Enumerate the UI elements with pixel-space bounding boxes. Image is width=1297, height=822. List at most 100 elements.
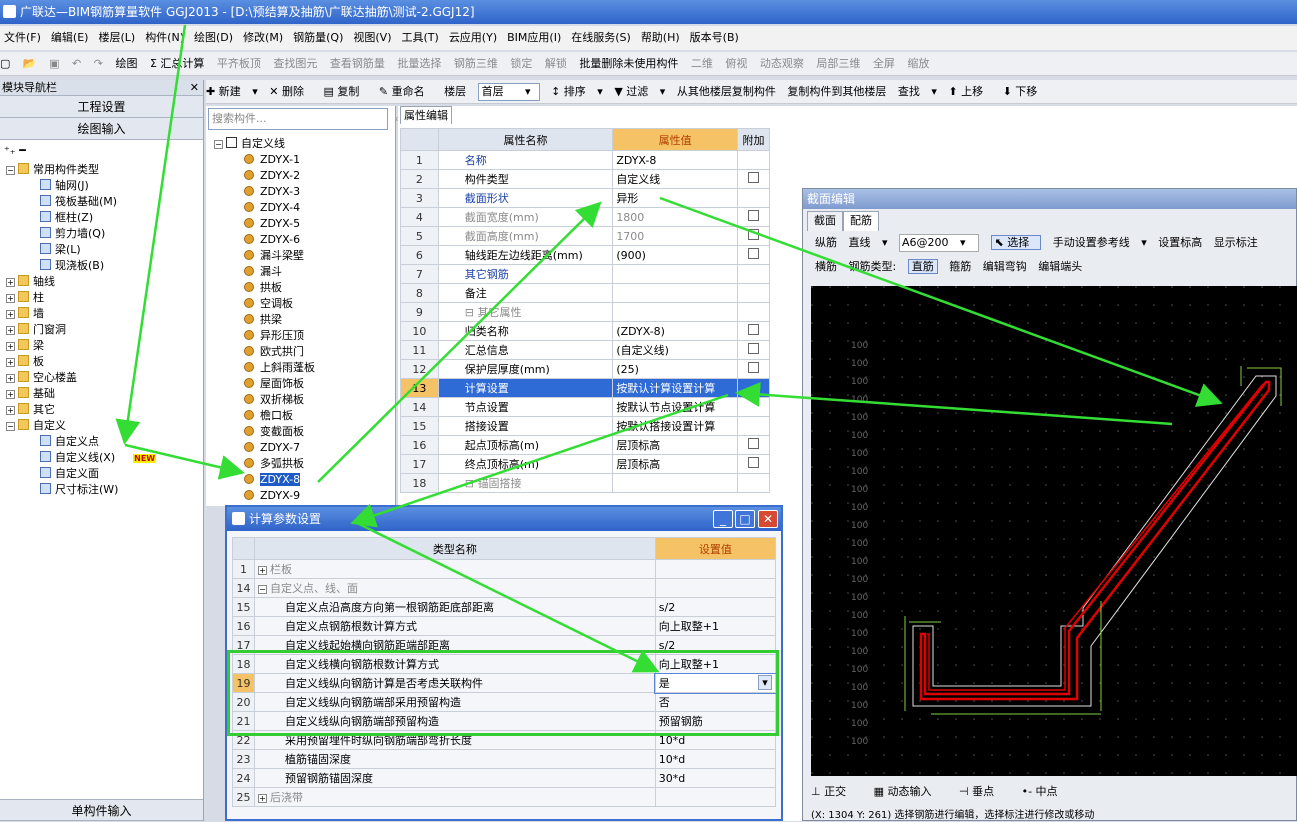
open-file-icon[interactable]: 📂	[23, 57, 37, 70]
section-tab[interactable]: 配筋	[843, 211, 879, 231]
menu-item[interactable]: 绘图(D)	[194, 31, 233, 44]
perpendicular-snap-button[interactable]: ⊣ 垂点	[959, 785, 1006, 798]
component-item[interactable]: 双折梯板	[214, 392, 315, 408]
flat-roof-button[interactable]: 平齐板顶	[217, 57, 261, 70]
property-row[interactable]: 3 截面形状 异形	[400, 188, 770, 208]
property-row[interactable]: 12 保护层厚度(mm) (25)	[400, 359, 770, 379]
setting-value[interactable]: 10*d	[654, 749, 777, 769]
new-button[interactable]: ✚ 新建 ▾	[206, 85, 258, 98]
sort-button[interactable]: ↕ 排序 ▾	[551, 85, 603, 98]
show-annotation-button[interactable]: 显示标注	[1214, 236, 1258, 249]
line-type-select[interactable]: 直线 ▾	[849, 236, 888, 249]
expand-icon[interactable]: +	[6, 374, 15, 383]
expand-icon[interactable]: +	[6, 406, 15, 415]
copy-from-floor-button[interactable]: 从其他楼层复制构件	[677, 85, 776, 98]
calc-row[interactable]: 21 自定义线纵向钢筋端部预留构造 预留钢筋	[231, 711, 777, 731]
delete-button[interactable]: ✕ 删除	[269, 85, 312, 98]
property-value[interactable]	[612, 283, 739, 303]
calc-row[interactable]: 14− 自定义点、线、面	[231, 578, 777, 598]
calc-row[interactable]: 15 自定义点沿高度方向第一根钢筋距底部距离 s/2	[231, 597, 777, 617]
property-value[interactable]: ZDYX-8	[612, 150, 739, 170]
section-tab[interactable]: 截面	[807, 211, 843, 231]
expand-icon[interactable]: +	[6, 358, 15, 367]
chevron-down-icon[interactable]: ▾	[758, 675, 772, 690]
rebar-spec-input[interactable]: A6@200 ▾	[899, 234, 980, 252]
property-value[interactable]	[612, 264, 739, 284]
select-button[interactable]: ⬉ 选择	[990, 235, 1042, 250]
property-value[interactable]: (900)	[612, 245, 739, 265]
component-item[interactable]: 多弧拱板	[214, 456, 315, 472]
component-item[interactable]: 变截面板	[214, 424, 315, 440]
component-item[interactable]: ZDYX-2	[214, 168, 315, 184]
component-item[interactable]: 漏斗梁壁	[214, 248, 315, 264]
view-rebar-button[interactable]: 查看钢筋量	[330, 57, 385, 70]
extra-checkbox[interactable]	[748, 324, 759, 335]
extra-checkbox[interactable]	[748, 210, 759, 221]
component-item[interactable]: ZDYX-7	[214, 440, 315, 456]
move-up-button[interactable]: ⬆ 上移	[948, 85, 991, 98]
property-row[interactable]: 5 截面高度(mm) 1700	[400, 226, 770, 246]
nav-tree-item[interactable]: + 墙	[6, 306, 203, 322]
property-row[interactable]: 11 汇总信息 (自定义线)	[400, 340, 770, 360]
component-tree-root[interactable]: − 自定义线	[214, 136, 315, 152]
filter-button[interactable]: ▼ 过滤 ▾	[614, 85, 665, 98]
property-value[interactable]	[612, 473, 739, 493]
minimize-button[interactable]: _	[713, 510, 733, 528]
property-value[interactable]: 异形	[612, 188, 739, 208]
redo-icon[interactable]: ↷	[94, 57, 103, 70]
setting-value[interactable]: 向上取整+1	[654, 616, 777, 636]
extra-checkbox[interactable]	[748, 438, 759, 449]
setting-value[interactable]: 向上取整+1	[654, 654, 777, 674]
setting-value[interactable]: 是 ▾	[654, 672, 777, 694]
nav-tree-item[interactable]: 筏板基础(M)	[6, 194, 203, 210]
setting-value[interactable]	[654, 787, 777, 807]
property-row[interactable]: 6 轴线距左边线距离(mm) (900)	[400, 245, 770, 265]
menu-item[interactable]: 视图(V)	[353, 31, 391, 44]
lock-button[interactable]: 锁定	[510, 57, 532, 70]
property-row[interactable]: 9 ⊟ 其它属性	[400, 302, 770, 322]
menu-item[interactable]: 云应用(Y)	[449, 31, 497, 44]
component-item[interactable]: 拱梁	[214, 312, 315, 328]
draw-button[interactable]: 绘图	[115, 57, 137, 70]
top-view-button[interactable]: 俯视	[725, 57, 747, 70]
component-item[interactable]: ZDYX-5	[214, 216, 315, 232]
calc-row[interactable]: 16 自定义点钢筋根数计算方式 向上取整+1	[231, 616, 777, 636]
property-value[interactable]: 自定义线	[612, 169, 739, 189]
expand-icon[interactable]: +	[6, 342, 15, 351]
extra-checkbox[interactable]	[748, 248, 759, 259]
sum-calc-button[interactable]: Σ 汇总计算	[150, 57, 204, 70]
menu-item[interactable]: 构件(N)	[145, 31, 184, 44]
nav-tree-item[interactable]: 梁(L)	[6, 242, 203, 258]
move-down-button[interactable]: ⬇ 下移	[1003, 85, 1046, 98]
floor-select[interactable]: 首层 ▾	[477, 83, 540, 101]
component-item[interactable]: ZDYX-3	[214, 184, 315, 200]
expand-icon[interactable]: +	[6, 294, 15, 303]
calc-row[interactable]: 24 预留钢筋锚固深度 30*d	[231, 768, 777, 788]
extra-checkbox[interactable]	[748, 172, 759, 183]
horizontal-bar-label[interactable]: 横筋	[815, 260, 837, 273]
calc-row[interactable]: 1 + 栏板	[231, 559, 777, 579]
nav-tree-item[interactable]: 自定义点	[6, 434, 203, 450]
expand-icon[interactable]: +	[258, 566, 268, 575]
setting-value[interactable]	[654, 578, 777, 598]
property-row[interactable]: 16 起点顶标高(m) 层顶标高	[400, 435, 770, 455]
component-item[interactable]: ZDYX-1	[214, 152, 315, 168]
view-2d-select[interactable]: 二维	[691, 57, 713, 70]
batch-delete-button[interactable]: 批量删除未使用构件	[579, 57, 678, 70]
setting-value[interactable]: 10*d	[654, 730, 777, 750]
setting-value[interactable]: s/2	[654, 635, 777, 655]
property-value[interactable]: 层顶标高	[612, 435, 739, 455]
setting-value[interactable]: s/2	[654, 597, 777, 617]
menu-item[interactable]: 版本号(B)	[690, 31, 739, 44]
collapse-icon[interactable]: −	[214, 140, 223, 149]
copy-to-floor-button[interactable]: 复制构件到其他楼层	[787, 85, 886, 98]
component-item[interactable]: 上斜雨蓬板	[214, 360, 315, 376]
property-row[interactable]: 7 其它钢筋	[400, 264, 770, 284]
menu-item[interactable]: 楼层(L)	[98, 31, 135, 44]
nav-tree-item[interactable]: 尺寸标注(W)	[6, 482, 203, 498]
property-value[interactable]: 1800	[612, 207, 739, 227]
property-value[interactable]: 按默认搭接设置计算	[612, 416, 739, 436]
setting-value[interactable]: 30*d	[654, 768, 777, 788]
property-value[interactable]: (25)	[612, 359, 739, 379]
calc-row[interactable]: 18 自定义线横向钢筋根数计算方式 向上取整+1	[231, 654, 777, 674]
